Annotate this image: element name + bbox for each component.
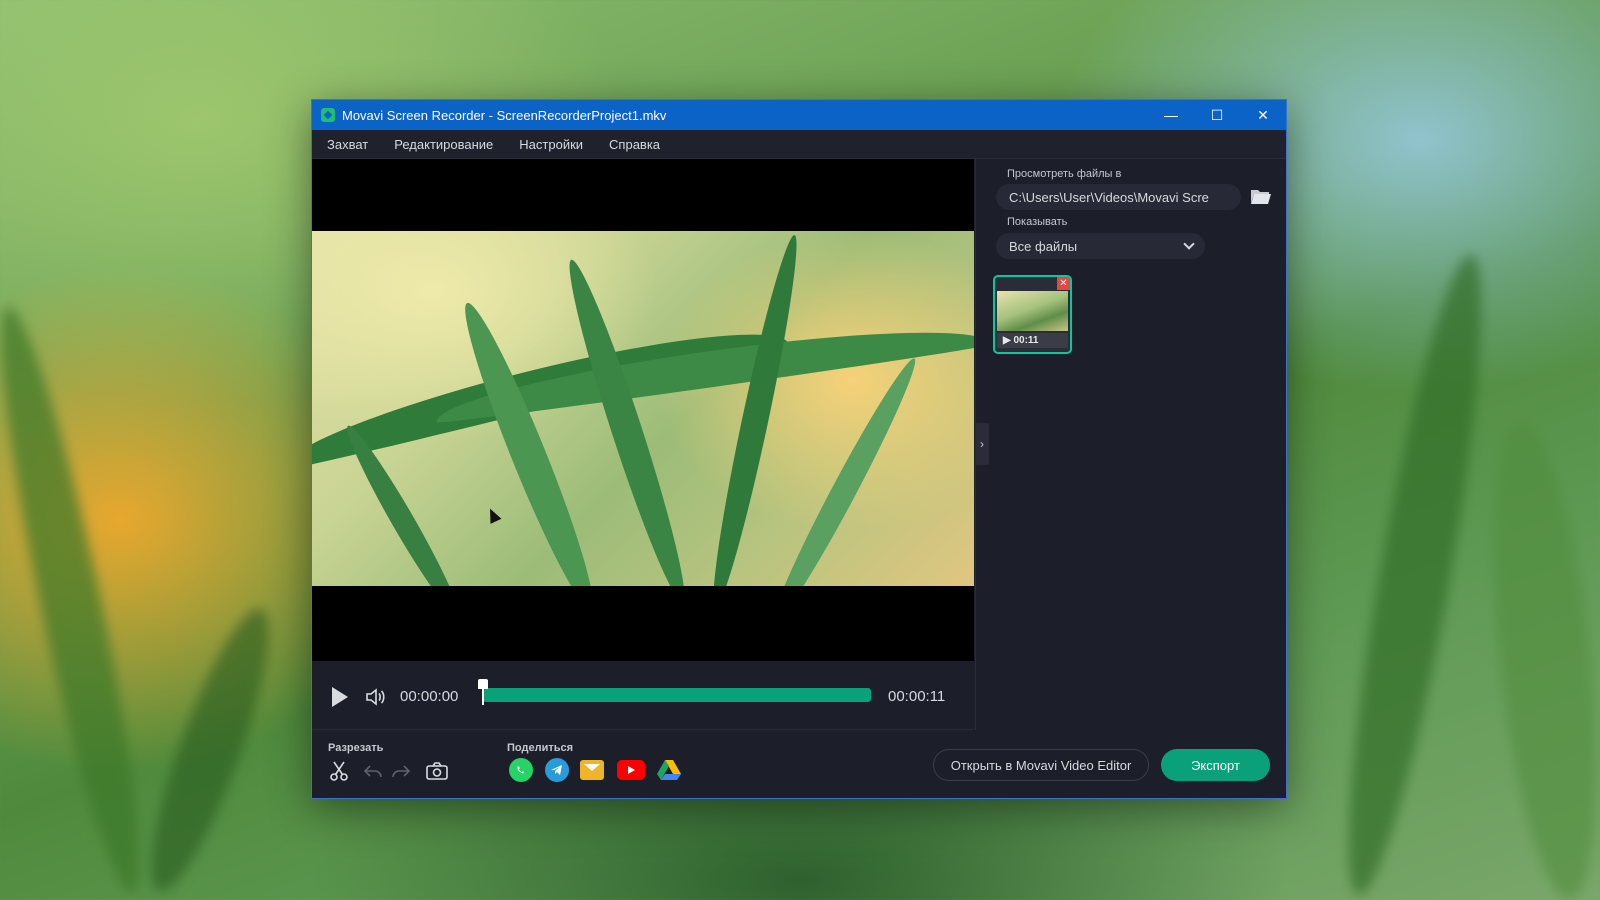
minimize-button[interactable]: — [1148, 100, 1194, 130]
desktop-wallpaper-blade [130, 598, 290, 900]
share-label: Поделиться [507, 742, 574, 754]
menu-edit[interactable]: Редактирование [394, 137, 493, 152]
files-sidebar: Просмотреть файлы в C:\Users\User\Videos… [975, 159, 1286, 730]
maximize-button[interactable]: ☐ [1194, 100, 1240, 130]
desktop-wallpaper-blade [1475, 416, 1600, 900]
youtube-icon[interactable] [617, 760, 645, 780]
current-time: 00:00:00 [400, 688, 459, 705]
menu-bar: Захват Редактирование Настройки Справка [312, 130, 1286, 159]
close-button[interactable]: ✕ [1240, 100, 1286, 130]
menu-capture[interactable]: Захват [327, 137, 368, 152]
bottom-toolbar: Разрезать Поделиться Открыть в Movavi Vi… [312, 730, 1286, 798]
playback-controls: 00:00:00 00:00:11 [312, 661, 974, 730]
volume-icon[interactable] [364, 685, 388, 709]
total-time: 00:00:11 [888, 688, 946, 705]
title-bar[interactable]: Movavi Screen Recorder - ScreenRecorderP… [312, 100, 1286, 130]
menu-settings[interactable]: Настройки [519, 137, 583, 152]
redo-icon[interactable] [388, 758, 414, 784]
video-preview[interactable] [312, 159, 974, 661]
export-button[interactable]: Экспорт [1161, 749, 1270, 781]
video-frame[interactable] [312, 231, 974, 586]
desktop-wallpaper-blade [1324, 248, 1506, 900]
file-filter-dropdown[interactable]: Все файлы [996, 233, 1205, 259]
open-folder-icon[interactable] [1250, 187, 1272, 205]
thumbnail-duration: ▶ 00:11 [997, 333, 1068, 348]
mouse-cursor-icon [484, 506, 502, 524]
folder-path-field[interactable]: C:\Users\User\Videos\Movavi Scre [996, 184, 1241, 210]
telegram-icon[interactable] [545, 758, 569, 782]
collapse-sidebar-button[interactable]: › [975, 423, 989, 465]
camera-icon[interactable] [424, 758, 450, 784]
open-in-video-editor-button[interactable]: Открыть в Movavi Video Editor [933, 749, 1149, 781]
movavi-logo-icon [321, 108, 335, 122]
cut-label: Разрезать [328, 742, 384, 754]
app-window: Movavi Screen Recorder - ScreenRecorderP… [311, 99, 1287, 799]
browse-files-label: Просмотреть файлы в [1007, 168, 1122, 180]
menu-help[interactable]: Справка [609, 137, 660, 152]
play-icon[interactable] [332, 687, 348, 707]
email-icon[interactable] [580, 760, 604, 780]
grass-leaf [557, 255, 697, 586]
playhead-handle[interactable] [478, 679, 488, 705]
thumbnail-image [997, 291, 1068, 331]
undo-icon[interactable] [360, 758, 386, 784]
grass-leaf [762, 352, 926, 586]
recording-thumbnail[interactable]: ✕ ▶ 00:11 [993, 275, 1072, 354]
show-label: Показывать [1007, 216, 1068, 228]
grass-leaf [338, 420, 468, 586]
chevron-down-icon [1183, 238, 1195, 250]
timeline-track[interactable] [483, 688, 871, 702]
delete-recording-button[interactable]: ✕ [1057, 277, 1070, 290]
scissors-icon[interactable] [326, 758, 352, 784]
file-filter-value: Все файлы [1009, 239, 1078, 254]
grass-leaf [702, 232, 808, 586]
whatsapp-icon[interactable] [509, 758, 533, 782]
window-title: Movavi Screen Recorder - ScreenRecorderP… [342, 107, 667, 123]
google-drive-icon[interactable] [657, 758, 681, 782]
desktop-wallpaper-blade [0, 300, 162, 900]
